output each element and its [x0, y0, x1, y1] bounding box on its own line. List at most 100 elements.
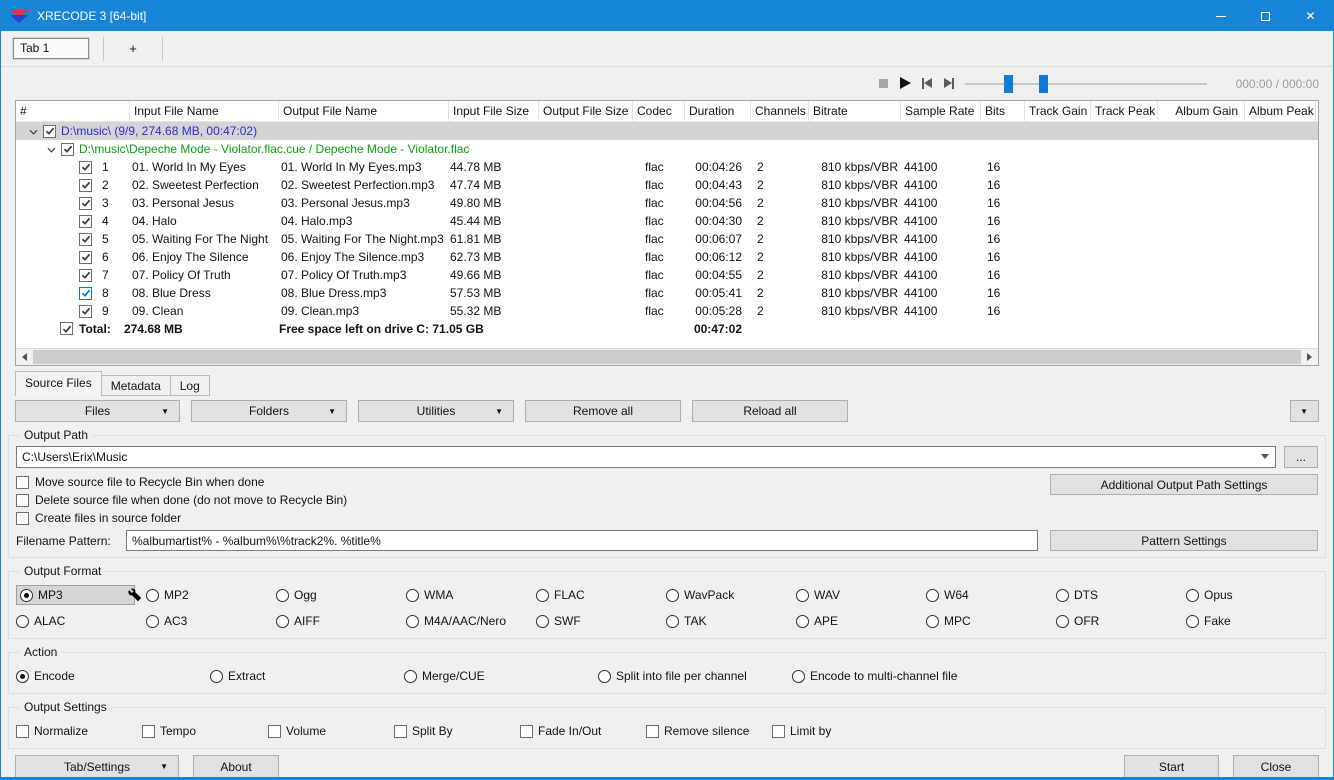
track-row[interactable]: 7 07. Policy Of Truth 07. Policy Of Truth.…	[16, 266, 1318, 284]
radio-icon[interactable]	[146, 614, 159, 628]
remove-all-button[interactable]: Remove all	[525, 400, 681, 422]
action-option-extract[interactable]: Extract	[210, 669, 404, 683]
radio-icon[interactable]	[792, 669, 805, 683]
action-option-encode[interactable]: Encode	[16, 669, 210, 683]
path-option[interactable]: Create files in source folder	[16, 509, 1318, 527]
panel-tab-log[interactable]: Log	[169, 375, 210, 396]
radio-icon[interactable]	[210, 669, 223, 683]
pattern-settings-button[interactable]: Pattern Settings	[1050, 530, 1318, 551]
album-group-row[interactable]: D:\music\Depeche Mode - Violator.flac.cu…	[16, 140, 1318, 158]
format-option-wma[interactable]: WMA	[406, 588, 536, 602]
radio-icon[interactable]	[796, 588, 809, 602]
setting-remove-silence[interactable]: Remove silence	[646, 724, 772, 738]
track-row[interactable]: 3 03. Personal Jesus 03. Personal Jesus.mp…	[16, 194, 1318, 212]
radio-icon[interactable]	[796, 614, 809, 628]
format-option-fake[interactable]: Fake	[1186, 614, 1316, 628]
new-tab-button[interactable]: +	[118, 41, 148, 56]
track-row[interactable]: 2 02. Sweetest Perfection 02. Sweetest Per…	[16, 176, 1318, 194]
track-row[interactable]: 4 04. Halo 04. Halo.mp3 45.44 MB flac 00:04:3…	[16, 212, 1318, 230]
browse-button[interactable]: ...	[1284, 446, 1318, 468]
track-checkbox[interactable]	[79, 304, 92, 318]
setting-checkbox[interactable]	[646, 724, 659, 738]
radio-icon[interactable]	[536, 614, 549, 628]
radio-icon[interactable]	[276, 614, 289, 628]
format-option-swf[interactable]: SWF	[536, 614, 666, 628]
column-header[interactable]: Album Peak	[1245, 101, 1316, 121]
panel-tab-source-files[interactable]: Source Files	[15, 371, 102, 396]
radio-icon[interactable]	[406, 614, 419, 628]
format-option-mp3[interactable]: MP3	[16, 585, 146, 605]
radio-icon[interactable]	[926, 588, 939, 602]
action-option-merge-cue[interactable]: Merge/CUE	[404, 669, 598, 683]
track-checkbox[interactable]	[79, 214, 92, 228]
track-checkbox[interactable]	[79, 286, 92, 300]
about-button[interactable]: About	[193, 755, 279, 777]
tab-1[interactable]: Tab 1	[12, 37, 90, 60]
overflow-dropdown-button[interactable]: ▼	[1290, 400, 1319, 422]
folders-dropdown-button[interactable]: Folders ▼	[191, 400, 347, 422]
setting-normalize[interactable]: Normalize	[16, 724, 142, 738]
setting-checkbox[interactable]	[394, 724, 407, 738]
chevron-down-icon[interactable]	[1261, 454, 1269, 459]
column-header[interactable]: Album Gain	[1158, 101, 1245, 121]
scroll-right-arrow[interactable]	[1301, 349, 1318, 365]
action-option-encode-to-multi-channel-file[interactable]: Encode to multi-channel file	[792, 669, 986, 683]
radio-icon[interactable]	[666, 588, 679, 602]
format-option-alac[interactable]: ALAC	[16, 614, 146, 628]
track-checkbox[interactable]	[79, 250, 92, 264]
close-button[interactable]: Close	[1233, 755, 1319, 777]
radio-icon[interactable]	[276, 588, 289, 602]
column-header[interactable]: Duration	[685, 101, 751, 121]
radio-selected-icon[interactable]	[20, 588, 33, 602]
track-checkbox[interactable]	[79, 232, 92, 246]
setting-tempo[interactable]: Tempo	[142, 724, 268, 738]
format-option-mpc[interactable]: MPC	[926, 614, 1056, 628]
minimize-button[interactable]	[1198, 1, 1243, 31]
column-header[interactable]: Channels	[751, 101, 809, 121]
track-row[interactable]: 6 06. Enjoy The Silence 06. Enjoy The Sile…	[16, 248, 1318, 266]
radio-icon[interactable]	[1186, 614, 1199, 628]
track-checkbox[interactable]	[79, 178, 92, 192]
radio-icon[interactable]	[598, 669, 611, 683]
total-checkbox[interactable]	[60, 322, 73, 335]
tab-settings-dropdown-button[interactable]: Tab/Settings ▼	[15, 755, 179, 777]
format-option-ogg[interactable]: Ogg	[276, 588, 406, 602]
track-row[interactable]: 5 05. Waiting For The Night 05. Waiting Fo…	[16, 230, 1318, 248]
next-track-button[interactable]	[941, 76, 957, 90]
format-option-opus[interactable]: Opus	[1186, 588, 1316, 602]
scroll-left-arrow[interactable]	[16, 349, 33, 365]
filename-pattern-input[interactable]: %albumartist% - %album%\%track2%. %title…	[126, 530, 1038, 551]
column-header[interactable]: Sample Rate	[901, 101, 981, 121]
format-option-aiff[interactable]: AIFF	[276, 614, 406, 628]
radio-icon[interactable]	[406, 588, 419, 602]
column-header[interactable]: Output File Name	[279, 101, 449, 121]
format-option-dts[interactable]: DTS	[1056, 588, 1186, 602]
start-button[interactable]: Start	[1124, 755, 1219, 777]
radio-icon[interactable]	[1056, 614, 1069, 628]
stop-button[interactable]	[875, 76, 891, 90]
format-option-flac[interactable]: FLAC	[536, 588, 666, 602]
track-row[interactable]: 1 01. World In My Eyes 01. World In My Eye…	[16, 158, 1318, 176]
output-path-combobox[interactable]: C:\Users\Erix\Music	[16, 446, 1276, 468]
seek-slider-thumb[interactable]	[1039, 75, 1048, 93]
column-header[interactable]: Input File Name	[130, 101, 279, 121]
format-option-m4a-aac-nero[interactable]: M4A/AAC/Nero	[406, 614, 536, 628]
column-header[interactable]: Bits	[981, 101, 1025, 121]
setting-fade-in-out[interactable]: Fade In/Out	[520, 724, 646, 738]
radio-icon[interactable]	[404, 669, 417, 683]
setting-volume[interactable]: Volume	[268, 724, 394, 738]
title-bar[interactable]: XRECODE 3 [64-bit] ✕	[1, 1, 1333, 31]
setting-limit-by[interactable]: Limit by	[772, 724, 898, 738]
radio-icon[interactable]	[1056, 588, 1069, 602]
folder-group-row[interactable]: D:\music\ (9/9, 274.68 MB, 00:47:02)	[16, 122, 1318, 140]
format-option-mp2[interactable]: MP2	[146, 588, 276, 602]
horizontal-scrollbar[interactable]	[16, 348, 1318, 365]
collapse-chevron-icon[interactable]	[29, 124, 38, 138]
option-checkbox[interactable]	[16, 475, 29, 489]
format-option-w64[interactable]: W64	[926, 588, 1056, 602]
column-header[interactable]: #	[16, 101, 130, 121]
format-mp3-selector[interactable]: MP3	[16, 585, 135, 605]
format-option-wavpack[interactable]: WavPack	[666, 588, 796, 602]
column-header[interactable]: Track Gain	[1025, 101, 1091, 121]
setting-split-by[interactable]: Split By	[394, 724, 520, 738]
